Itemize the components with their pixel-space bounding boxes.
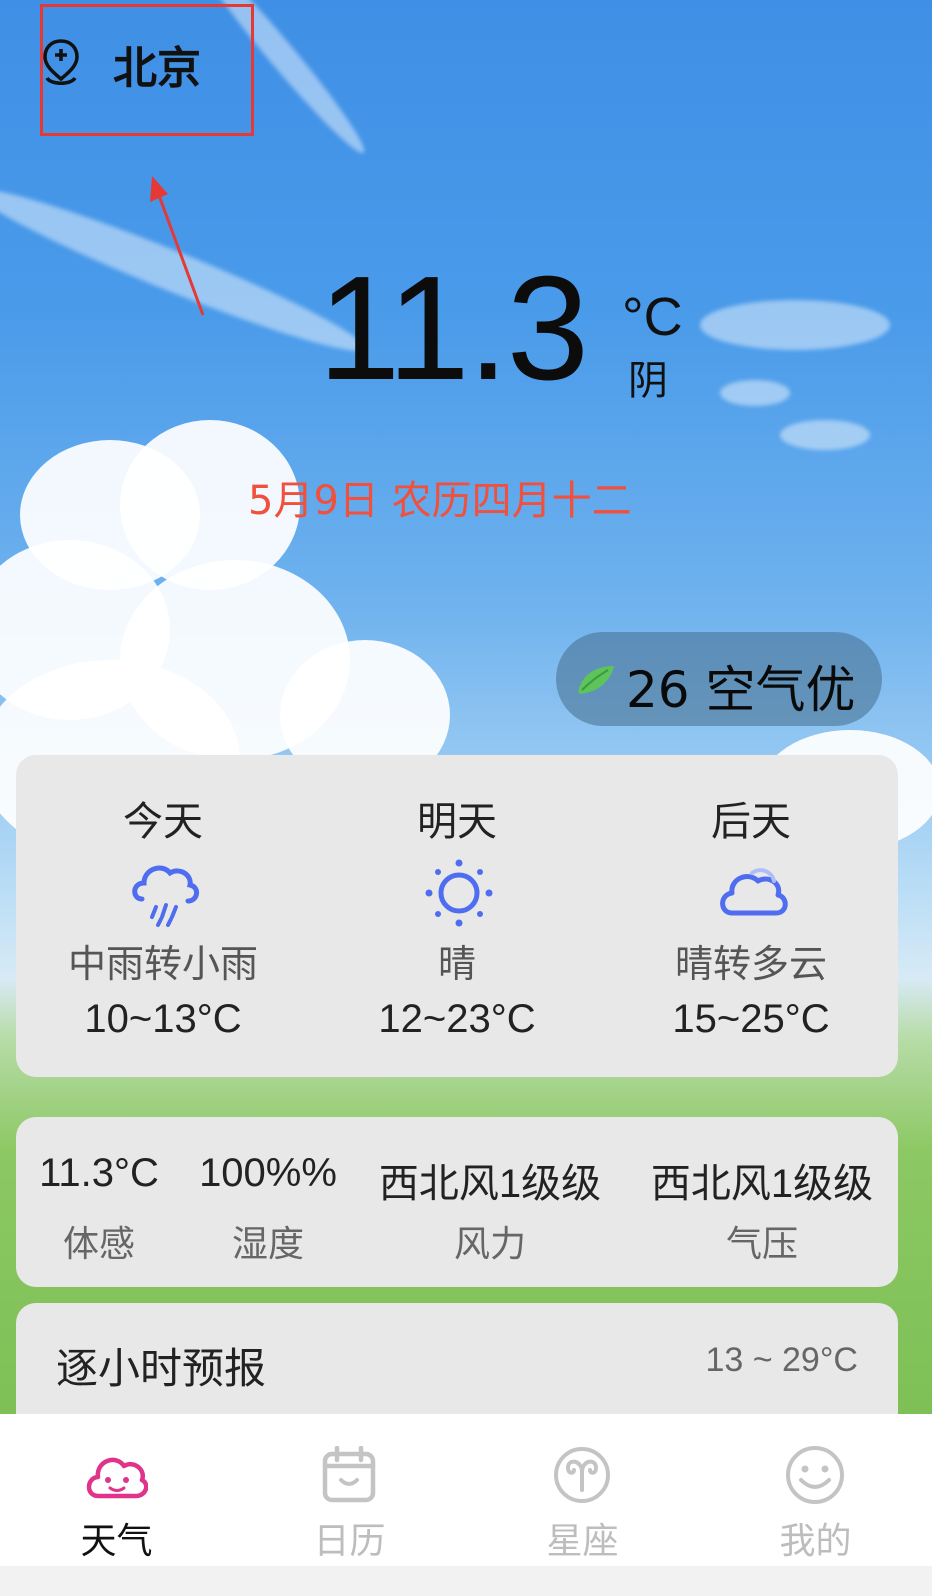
aries-icon xyxy=(554,1447,610,1503)
system-nav-strip xyxy=(0,1566,932,1596)
forecast-range: 12~23°C xyxy=(378,997,536,1041)
smiling-cloud-icon xyxy=(86,1457,148,1499)
air-quality-text: 26 空气优 xyxy=(626,661,856,719)
bottom-tab-bar: 天气 日历 星座 我的 xyxy=(0,1414,932,1566)
tab-label: 日历 xyxy=(313,1521,386,1562)
tab-calendar[interactable]: 日历 xyxy=(233,1414,466,1566)
tab-label: 我的 xyxy=(779,1521,852,1562)
detail-value: 西北风1级级 xyxy=(378,1162,602,1206)
forecast-day-label: 明天 xyxy=(417,799,497,845)
location-pin-icon[interactable] xyxy=(42,38,80,86)
forecast-desc: 晴转多云 xyxy=(674,942,827,986)
cloud-icon xyxy=(720,868,788,916)
current-condition: 阴 xyxy=(628,358,668,404)
detail-label: 风力 xyxy=(453,1224,526,1265)
detail-value: 11.3°C xyxy=(39,1151,159,1195)
tab-profile[interactable]: 我的 xyxy=(699,1414,932,1566)
leaf-icon xyxy=(578,666,614,694)
air-quality-badge[interactable]: 26 空气优 xyxy=(556,632,882,726)
smiley-face-icon xyxy=(786,1446,844,1504)
detail-value: 100%% xyxy=(199,1151,337,1195)
weather-details-card: 11.3°C 体感 100%% 湿度 西北风1级级 风力 西北风1级级 气压 xyxy=(16,1117,898,1287)
forecast-desc: 晴 xyxy=(437,942,476,986)
forecast-range: 15~25°C xyxy=(672,997,830,1041)
city-name[interactable]: 北京 xyxy=(113,32,201,96)
tab-label: 星座 xyxy=(546,1521,619,1562)
date-lunar: 5月9日 农历四月十二 xyxy=(248,478,632,524)
three-day-forecast-card: 今天 中雨转小雨 10~13°C 明天 晴 12~23°C 后天 晴转多云 15… xyxy=(16,755,898,1077)
detail-label: 体感 xyxy=(62,1224,135,1265)
tab-weather[interactable]: 天气 xyxy=(0,1414,233,1566)
detail-label: 湿度 xyxy=(231,1224,304,1265)
hourly-range: 13 ~ 29°C xyxy=(705,1341,858,1379)
forecast-desc: 中雨转小雨 xyxy=(67,942,258,986)
sun-icon xyxy=(425,859,493,927)
detail-value: 西北风1级级 xyxy=(650,1162,874,1206)
current-temperature: 11.3 xyxy=(318,246,589,411)
forecast-day-label: 今天 xyxy=(123,799,203,845)
annotation-arrow xyxy=(150,176,205,316)
tab-label: 天气 xyxy=(80,1521,153,1562)
detail-label: 气压 xyxy=(725,1224,798,1265)
forecast-day-label: 后天 xyxy=(711,799,791,845)
calendar-icon xyxy=(322,1446,376,1503)
temperature-unit: °C xyxy=(622,287,683,347)
tab-horoscope[interactable]: 星座 xyxy=(466,1414,699,1566)
forecast-range: 10~13°C xyxy=(84,997,242,1041)
rain-cloud-icon xyxy=(132,865,199,927)
hourly-title: 逐小时预报 xyxy=(56,1344,267,1393)
